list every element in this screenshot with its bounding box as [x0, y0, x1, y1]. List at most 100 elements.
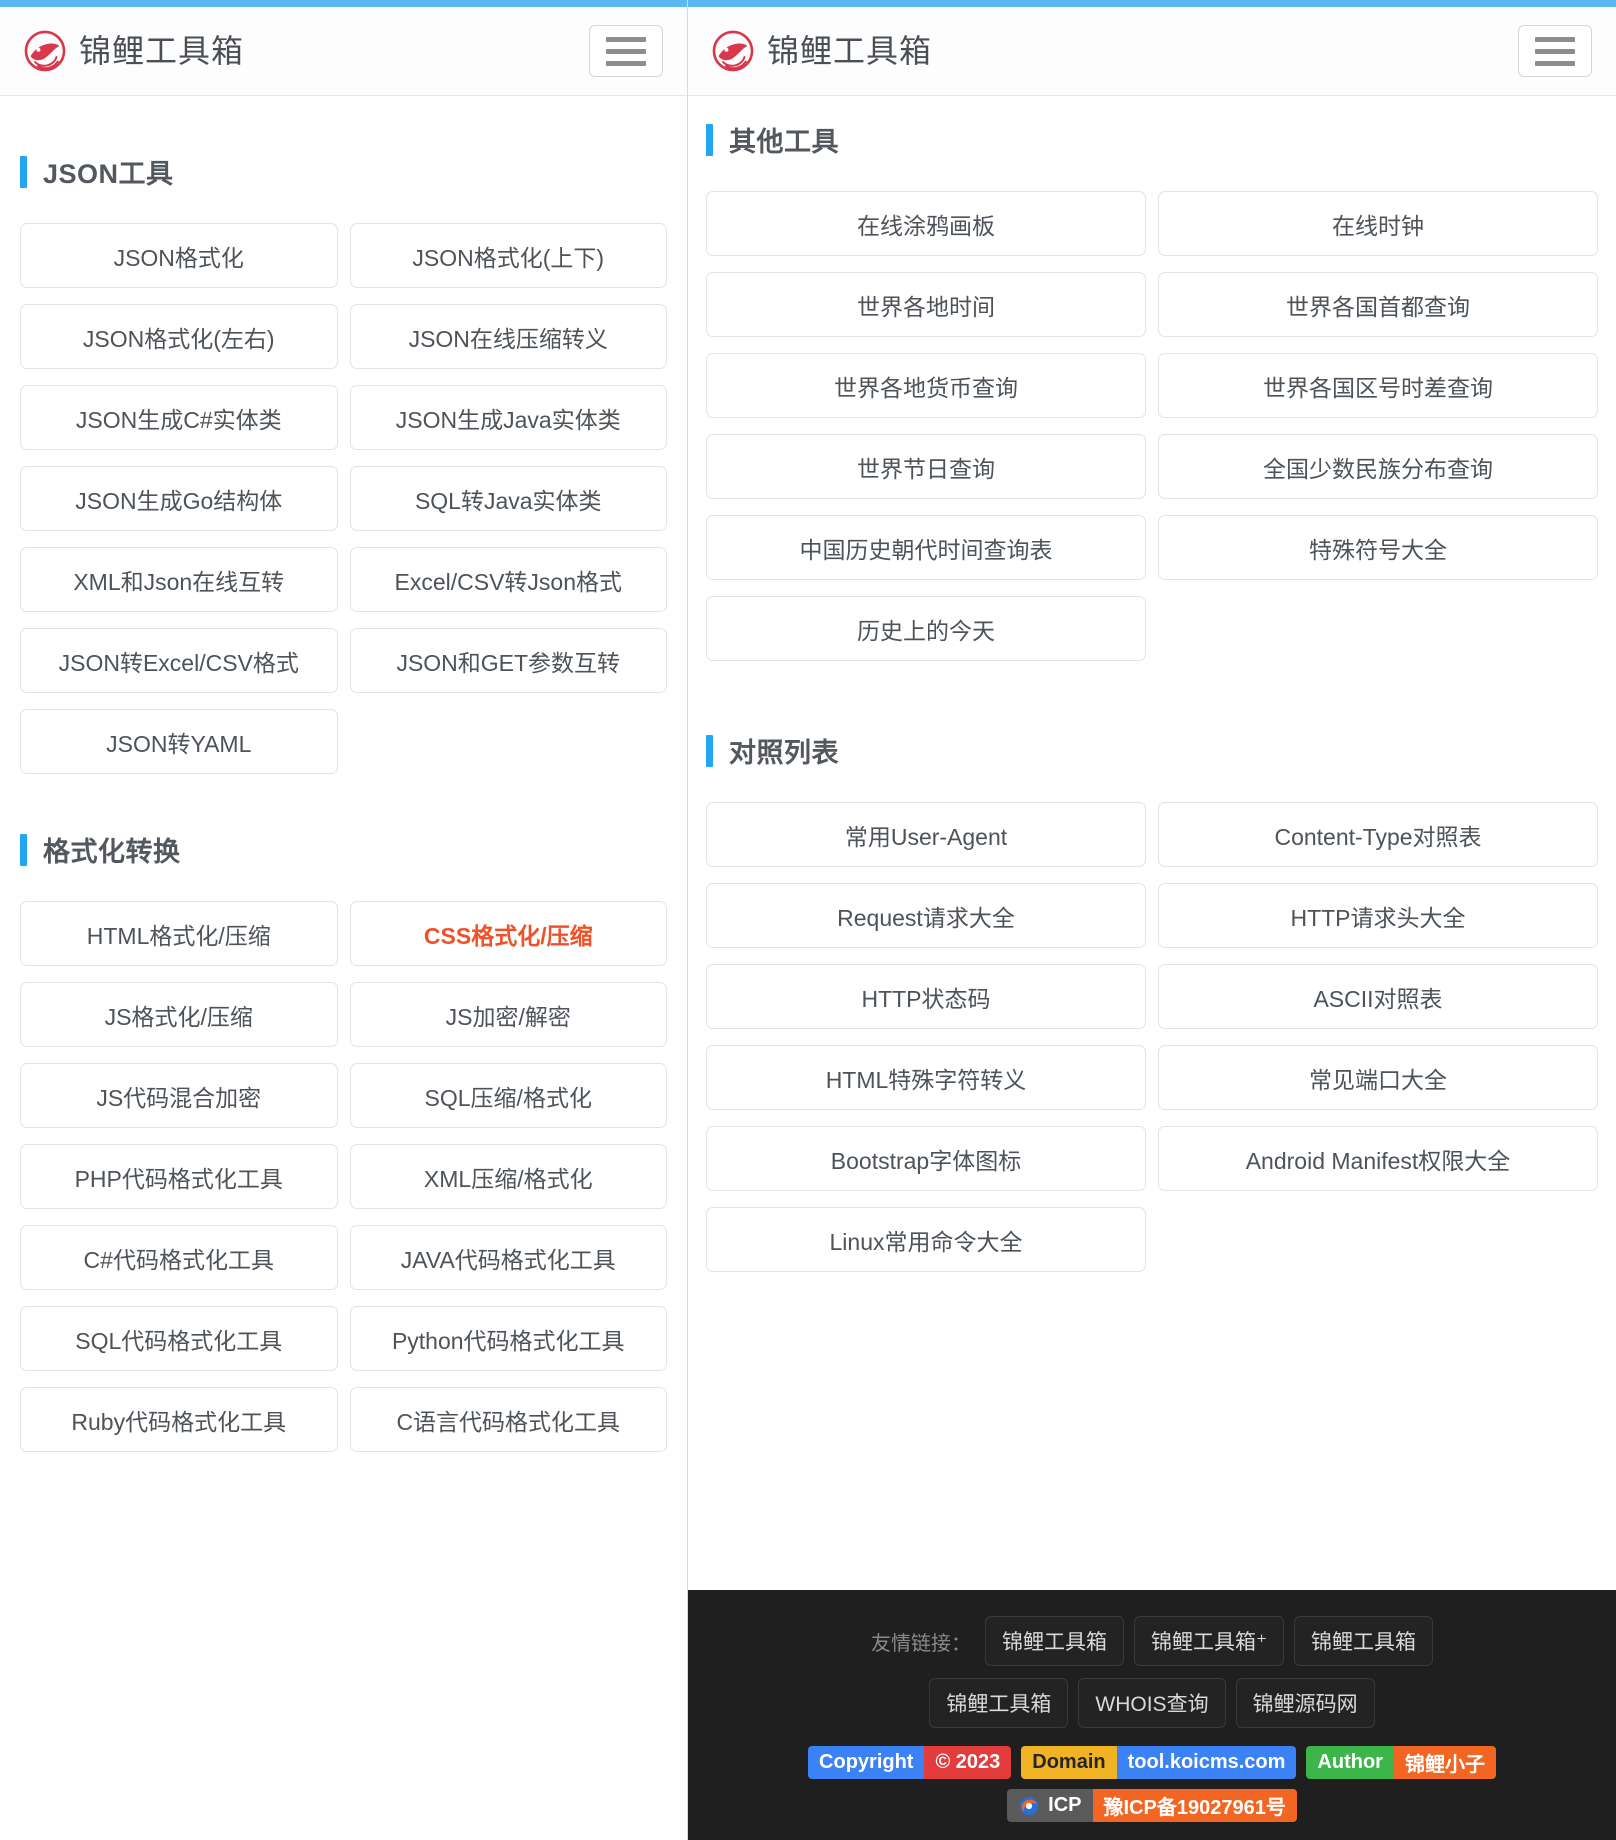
tool-item[interactable]: 中国历史朝代时间查询表	[706, 515, 1146, 580]
tool-item[interactable]: JS格式化/压缩	[20, 982, 338, 1047]
tool-item[interactable]: JSON格式化(左右)	[20, 304, 338, 369]
tool-item[interactable]: JSON转Excel/CSV格式	[20, 628, 338, 693]
domain-badge-value: tool.koicms.com	[1116, 1746, 1297, 1779]
tool-item[interactable]: JS加密/解密	[349, 982, 667, 1047]
tool-item[interactable]: JS代码混合加密	[20, 1063, 338, 1128]
tool-item[interactable]: XML压缩/格式化	[349, 1144, 667, 1209]
copyright-badge-label: Copyright	[808, 1746, 925, 1779]
domain-badge[interactable]: Domain tool.koicms.com	[1021, 1746, 1297, 1779]
brand[interactable]: 锦鲤工具箱	[712, 30, 932, 72]
tool-item[interactable]: 在线时钟	[1158, 191, 1598, 256]
tool-item[interactable]: HTML特殊字符转义	[706, 1045, 1146, 1110]
friend-links-row-1: 友情链接： 锦鲤工具箱 锦鲤工具箱⁺ 锦鲤工具箱	[688, 1616, 1616, 1666]
friend-link[interactable]: 锦鲤工具箱⁺	[1133, 1616, 1285, 1666]
footer-badge-row: Copyright © 2023 Domain tool.koicms.com …	[688, 1746, 1616, 1779]
tool-item[interactable]: JSON生成Java实体类	[349, 385, 667, 450]
tool-item[interactable]: 世界各国区号时差查询	[1158, 353, 1598, 418]
copyright-badge[interactable]: Copyright © 2023	[808, 1746, 1012, 1779]
tool-item-active[interactable]: CSS格式化/压缩	[349, 901, 667, 966]
tool-item[interactable]: 在线涂鸦画板	[706, 191, 1146, 256]
tool-item[interactable]: 世界各地货币查询	[706, 353, 1146, 418]
tool-item[interactable]: 常见端口大全	[1158, 1045, 1598, 1110]
icp-badge[interactable]: ICP 豫ICP备19027961号	[1007, 1789, 1297, 1822]
tool-item[interactable]: 历史上的今天	[706, 596, 1146, 661]
brand-title: 锦鲤工具箱	[79, 33, 245, 69]
tool-item[interactable]: HTTP状态码	[706, 964, 1146, 1029]
tool-item[interactable]: JSON格式化	[20, 223, 338, 288]
tool-item[interactable]: 世界节日查询	[706, 434, 1146, 499]
left-content: JSON工具 JSON格式化 JSON格式化(上下) JSON格式化(左右) J…	[0, 152, 687, 1452]
section-accent-bar	[20, 155, 27, 188]
tool-item[interactable]: PHP代码格式化工具	[20, 1144, 338, 1209]
tool-item[interactable]: JSON生成Go结构体	[20, 466, 338, 531]
section-title: 格式化转换	[43, 837, 181, 867]
tool-item[interactable]: 世界各地时间	[706, 272, 1146, 337]
friend-link[interactable]: WHOIS查询	[1078, 1678, 1226, 1728]
tool-item[interactable]: Bootstrap字体图标	[706, 1126, 1146, 1191]
icp-badge-label-group: ICP	[1007, 1789, 1093, 1822]
friend-link[interactable]: 锦鲤源码网	[1235, 1678, 1375, 1728]
tool-item[interactable]: 全国少数民族分布查询	[1158, 434, 1598, 499]
tool-item[interactable]: Request请求大全	[706, 883, 1146, 948]
left-navbar: 锦鲤工具箱	[0, 7, 687, 96]
icp-badge-label: ICP	[1048, 1794, 1082, 1816]
brand[interactable]: 锦鲤工具箱	[24, 30, 244, 72]
koi-fish-logo-icon	[712, 30, 754, 72]
icp-swirl-icon	[1019, 1796, 1039, 1815]
page-root: 锦鲤工具箱 JSON工具 JSON格式化 JSON格式化(上下) JSON格式化…	[0, 0, 1616, 1840]
top-accent-bar	[0, 0, 687, 7]
section-title: JSON工具	[43, 159, 174, 189]
hamburger-menu-icon[interactable]	[1518, 25, 1592, 77]
author-badge-label: Author	[1306, 1746, 1394, 1779]
hamburger-menu-icon[interactable]	[589, 25, 663, 77]
friend-link[interactable]: 锦鲤工具箱	[1294, 1616, 1434, 1666]
author-badge-value: 锦鲤小子	[1393, 1746, 1496, 1779]
tool-item[interactable]: JSON格式化(上下)	[349, 223, 667, 288]
tool-item[interactable]: 世界各国首都查询	[1158, 272, 1598, 337]
friend-link[interactable]: 锦鲤工具箱	[929, 1678, 1069, 1728]
tool-item[interactable]: JSON生成C#实体类	[20, 385, 338, 450]
tool-item[interactable]: ASCII对照表	[1158, 964, 1598, 1029]
tool-item[interactable]: Android Manifest权限大全	[1158, 1126, 1598, 1191]
section-accent-bar	[706, 734, 713, 767]
icp-badge-value: 豫ICP备19027961号	[1092, 1789, 1297, 1822]
tool-grid-reference: 常用User-Agent Content-Type对照表 Request请求大全…	[706, 802, 1598, 1272]
friend-link[interactable]: 锦鲤工具箱	[984, 1616, 1124, 1666]
left-panel: 锦鲤工具箱 JSON工具 JSON格式化 JSON格式化(上下) JSON格式化…	[0, 0, 688, 1840]
tool-item[interactable]: SQL转Java实体类	[349, 466, 667, 531]
section-header-reference-lists: 对照列表	[706, 731, 1598, 770]
tool-item[interactable]: JSON在线压缩转义	[349, 304, 667, 369]
author-badge[interactable]: Author 锦鲤小子	[1306, 1746, 1496, 1779]
tool-item[interactable]: JAVA代码格式化工具	[349, 1225, 667, 1290]
section-header-format-convert: 格式化转换	[20, 830, 667, 869]
site-footer: 友情链接： 锦鲤工具箱 锦鲤工具箱⁺ 锦鲤工具箱 锦鲤工具箱 WHOIS查询 锦…	[688, 1590, 1616, 1840]
tool-item[interactable]: 常用User-Agent	[706, 802, 1146, 867]
tool-item[interactable]: HTTP请求头大全	[1158, 883, 1598, 948]
tool-grid-format: HTML格式化/压缩 CSS格式化/压缩 JS格式化/压缩 JS加密/解密 JS…	[20, 901, 667, 1452]
copyright-badge-value: © 2023	[924, 1746, 1012, 1779]
tool-item[interactable]: SQL压缩/格式化	[349, 1063, 667, 1128]
right-content: 其他工具 在线涂鸦画板 在线时钟 世界各地时间 世界各国首都查询 世界各地货币查…	[688, 120, 1616, 1272]
tool-item[interactable]: 特殊符号大全	[1158, 515, 1598, 580]
tool-item[interactable]: Linux常用命令大全	[706, 1207, 1146, 1272]
brand-title: 锦鲤工具箱	[767, 33, 933, 69]
tool-grid-json: JSON格式化 JSON格式化(上下) JSON格式化(左右) JSON在线压缩…	[20, 223, 667, 774]
section-accent-bar	[20, 833, 27, 866]
tool-item[interactable]: Ruby代码格式化工具	[20, 1387, 338, 1452]
tool-item[interactable]: Excel/CSV转Json格式	[349, 547, 667, 612]
tool-item[interactable]: Python代码格式化工具	[349, 1306, 667, 1371]
friend-links-row-2: 锦鲤工具箱 WHOIS查询 锦鲤源码网	[688, 1678, 1616, 1728]
right-navbar: 锦鲤工具箱	[688, 7, 1616, 96]
koi-fish-logo-icon	[24, 30, 66, 72]
tool-item[interactable]: JSON转YAML	[20, 709, 338, 774]
tool-item[interactable]: HTML格式化/压缩	[20, 901, 338, 966]
friend-links-label: 友情链接：	[870, 1632, 971, 1655]
tool-item[interactable]: JSON和GET参数互转	[349, 628, 667, 693]
tool-item[interactable]: C#代码格式化工具	[20, 1225, 338, 1290]
tool-item[interactable]: XML和Json在线互转	[20, 547, 338, 612]
right-panel: 锦鲤工具箱 其他工具 在线涂鸦画板 在线时钟 世界各地时间 世界各国首都查询 世…	[688, 0, 1616, 1840]
tool-item[interactable]: C语言代码格式化工具	[349, 1387, 667, 1452]
icp-badge-row: ICP 豫ICP备19027961号	[688, 1789, 1616, 1822]
tool-item[interactable]: Content-Type对照表	[1158, 802, 1598, 867]
tool-item[interactable]: SQL代码格式化工具	[20, 1306, 338, 1371]
